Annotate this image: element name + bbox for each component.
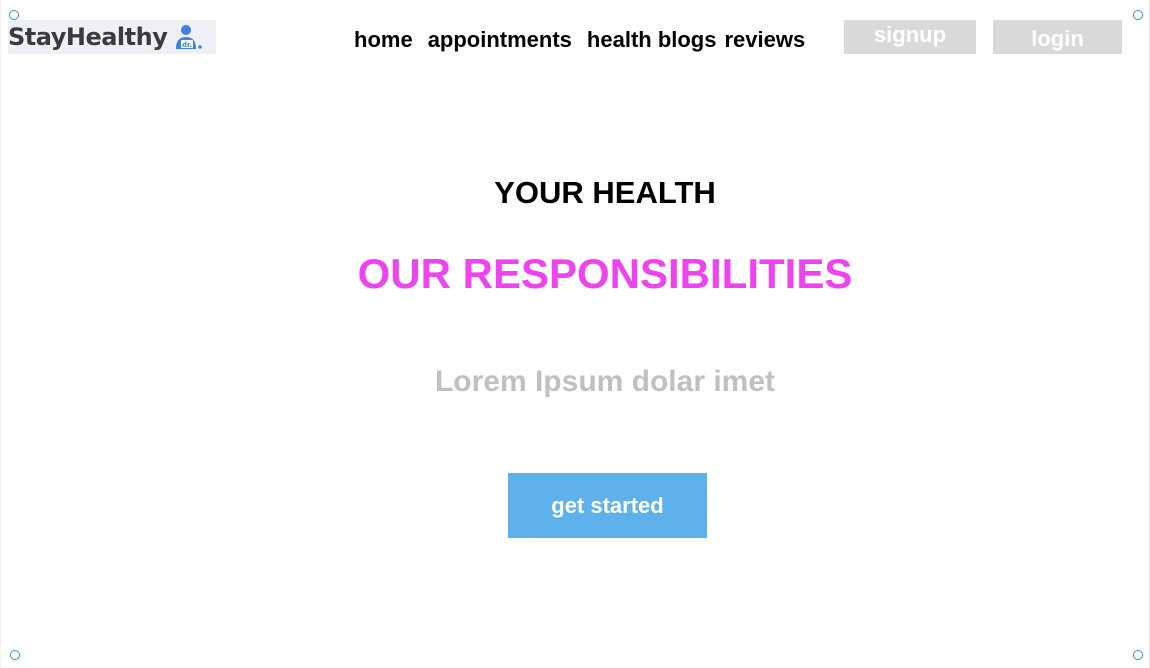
main-nav: home appointments health blogs reviews xyxy=(354,27,805,53)
frame-edge-left xyxy=(0,0,1,668)
doctor-icon: dr. xyxy=(173,22,203,52)
signup-button[interactable]: signup xyxy=(844,20,976,54)
logo-text: StayHealthy xyxy=(8,23,168,51)
hero-tagline: OUR RESPONSIBILITIES xyxy=(357,250,853,297)
selection-handle-top-right[interactable] xyxy=(1133,10,1143,20)
nav-health-blogs[interactable]: health blogs xyxy=(587,27,717,53)
get-started-button[interactable]: get started xyxy=(508,473,707,538)
nav-reviews[interactable]: reviews xyxy=(724,27,805,53)
doctor-icon-label: dr. xyxy=(182,41,192,49)
selection-handle-bottom-right[interactable] xyxy=(1133,650,1143,660)
login-button[interactable]: login xyxy=(993,20,1122,54)
selection-handle-top-left[interactable] xyxy=(9,10,19,20)
nav-appointments[interactable]: appointments xyxy=(428,27,572,53)
site-logo[interactable]: StayHealthy dr. xyxy=(8,20,216,54)
hero-heading: YOUR HEALTH xyxy=(494,175,716,210)
nav-home[interactable]: home xyxy=(354,27,413,53)
selection-handle-bottom-left[interactable] xyxy=(10,650,20,660)
hero-subtitle: Lorem Ipsum dolar imet xyxy=(434,365,776,398)
